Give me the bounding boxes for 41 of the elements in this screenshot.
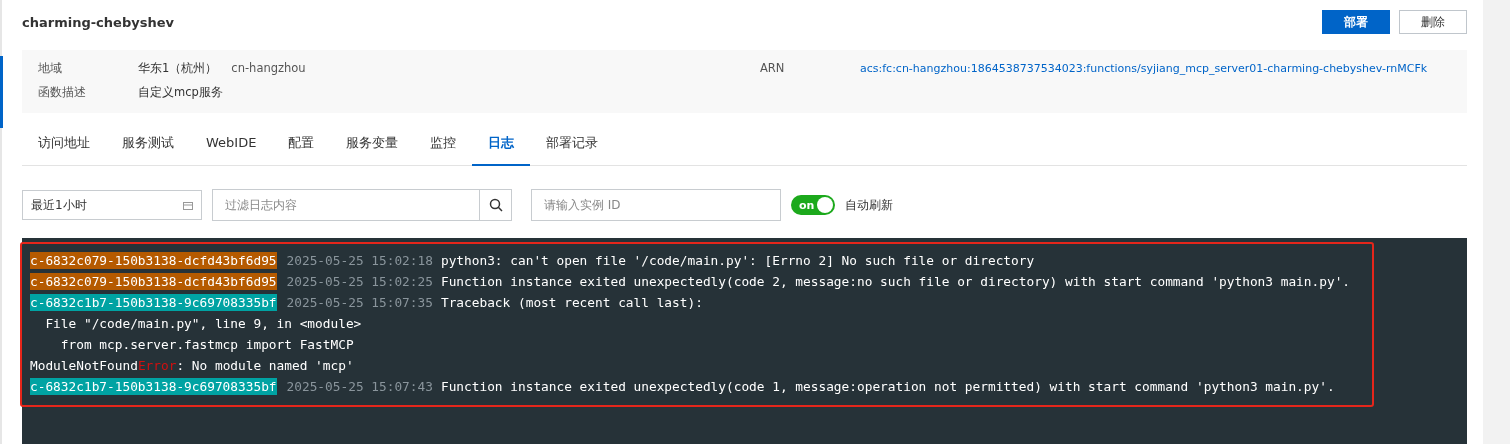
- info-label: 函数描述: [38, 84, 87, 100]
- log-message: from mcp.server.fastmcp import FastMCP: [59, 337, 354, 352]
- log-message: ModuleNotFoundError: No module named 'mcp': [30, 358, 354, 373]
- search-icon: [488, 198, 503, 212]
- tab[interactable]: 服务测试: [106, 121, 190, 166]
- tab[interactable]: 访问地址: [22, 121, 106, 166]
- instance-id: c-6832c1b7-150b3138-9c69708335bf: [30, 294, 277, 311]
- tab[interactable]: 日志: [472, 121, 531, 166]
- tab[interactable]: 部署记录: [530, 121, 615, 166]
- instance-id: c-6832c1b7-150b3138-9c69708335bf: [30, 378, 277, 395]
- tab[interactable]: 配置: [272, 121, 331, 166]
- delete-button[interactable]: 删除: [1399, 10, 1467, 34]
- arn-link[interactable]: acs:fc:cn-hangzhou:1864538737534023:functions/syjiang_mcp_server01-charming-chebyshev-rnMCFk: [860, 61, 1451, 75]
- switch-label: 自动刷新: [845, 196, 893, 214]
- info-value: cn-hangzhou: [231, 60, 306, 76]
- log-message: Function instance exited unexpectedly(code 1, message:operation not permitted) with start command 'python3 main.py'.: [440, 379, 1335, 394]
- function-title: charming-chebyshev: [22, 14, 174, 30]
- log-time: 2025-05-25 15:07:43: [286, 379, 433, 394]
- tab[interactable]: 监控: [414, 121, 473, 166]
- info-label: ARN: [760, 61, 786, 75]
- instance-id: c-6832c079-150b3138-dcfd43bf6d95: [30, 273, 277, 290]
- log-message: Function instance exited unexpectedly(code 2, message:no such file or directory) with start command 'python3 main.py'.: [440, 274, 1351, 289]
- log-time: 2025-05-25 15:02:18: [286, 253, 433, 268]
- time-range-picker[interactable]: 最近1小时: [22, 190, 202, 220]
- deploy-button[interactable]: 部署: [1322, 10, 1390, 34]
- side-accent: [0, 56, 3, 128]
- instance-id: c-6832c079-150b3138-dcfd43bf6d95: [30, 252, 277, 269]
- info-value: 华东1（杭州）: [138, 60, 218, 76]
- calendar-icon: [183, 200, 193, 210]
- log-message: Traceback (most recent call last):: [440, 295, 703, 310]
- log-message: python3: can't open file '/code/main.py': [Errno 2] No such file or directory: [440, 253, 1035, 268]
- search-button[interactable]: [480, 189, 512, 221]
- info-label: 地域: [38, 60, 63, 76]
- instance-id-field[interactable]: 请输入实例 ID: [531, 189, 781, 221]
- log-time: 2025-05-25 15:07:35: [286, 295, 433, 310]
- info-value: 自定义mcp服务: [138, 84, 223, 100]
- tab[interactable]: 服务变量: [330, 121, 415, 166]
- log-time: 2025-05-25 15:02:25: [286, 274, 433, 289]
- log-filter-field[interactable]: 过滤日志内容: [212, 189, 480, 221]
- log-message: File "/code/main.py", line 9, in <module>: [44, 316, 362, 331]
- tab[interactable]: WebIDE: [190, 121, 273, 166]
